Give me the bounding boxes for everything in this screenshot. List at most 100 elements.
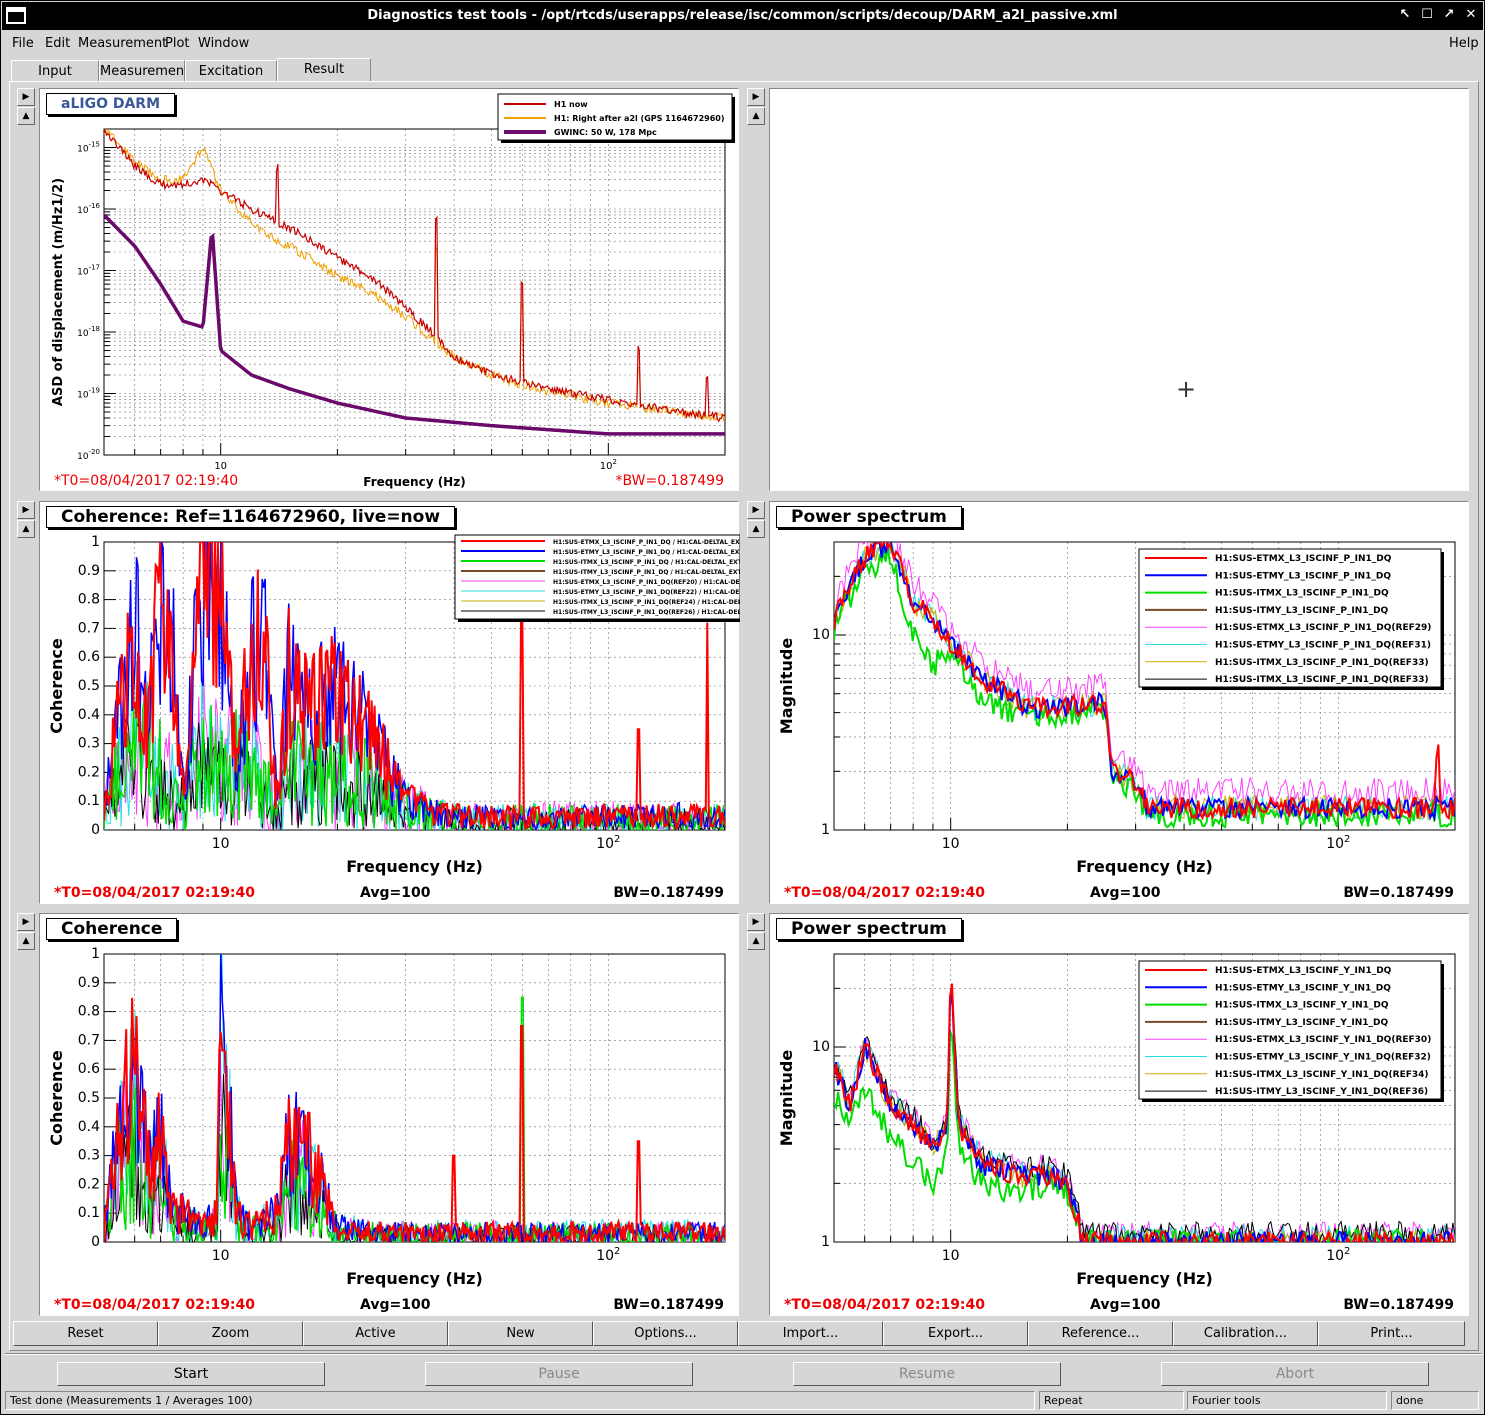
maximize-button[interactable]: ↗: [1441, 7, 1457, 23]
y-tick-label: 0.3: [78, 1148, 100, 1164]
tab-excitation[interactable]: Excitation: [185, 60, 277, 82]
pad5-down-icon[interactable]: ▲: [17, 932, 35, 950]
t0-label: *T0=08/04/2017 02:19:40: [784, 1297, 986, 1313]
tab-result[interactable]: Result: [277, 58, 371, 82]
title-bar[interactable]: Diagnostics test tools - /opt/rtcds/user…: [2, 2, 1483, 30]
x-axis-label: Frequency (Hz): [346, 857, 483, 876]
status-message: Test done (Measurements 1 / Averages 100…: [5, 1391, 1035, 1410]
pad3-up-icon[interactable]: ▶: [17, 501, 35, 519]
legend-label: H1:SUS-ITMX_L3_ISCINF_P_IN1_DQ(REF24) / …: [553, 599, 740, 606]
t0-label: *T0=08/04/2017 02:19:40: [54, 473, 239, 489]
power-spectrum-p-pad[interactable]: 10 102 1 10 Frequency (Hz) Magnitude H1:SUS-ET…: [769, 501, 1469, 904]
tab-input[interactable]: Input: [11, 60, 99, 82]
y-axis-label: Magnitude: [777, 638, 796, 735]
zoom-button[interactable]: Zoom: [158, 1321, 303, 1346]
start-button[interactable]: Start: [57, 1362, 325, 1386]
coherence-p-pad[interactable]: 10 102 0 0.1 0.2 0.3 0.4 0.5 0.6 0.7 0.8 0.9 1 Freque…: [39, 501, 740, 904]
reset-button[interactable]: Reset: [13, 1321, 158, 1346]
coherence-y-pad[interactable]: 10 102 0 0.1 0.2 0.3 0.4 0.5 0.6 0.7 0.8 0.9 1 Freque…: [39, 913, 739, 1316]
x-axis-label: Frequency (Hz): [1076, 857, 1213, 876]
legend-label: H1:SUS-ETMY_L3_ISCINF_P_IN1_DQ(REF31): [1215, 641, 1431, 651]
calibration-button[interactable]: Calibration...: [1173, 1321, 1318, 1346]
pad4-up-icon[interactable]: ▶: [747, 501, 765, 519]
coherence-p-plot: 10 102 0 0.1 0.2 0.3 0.4 0.5 0.6 0.7 0.8 0.9 1 Freque…: [47, 534, 740, 876]
menu-plot[interactable]: Plot: [165, 36, 190, 51]
options-button[interactable]: Options...: [593, 1321, 738, 1346]
y-axis-label: Coherence: [47, 638, 66, 734]
tab-measurement[interactable]: Measurement: [99, 60, 189, 82]
pad1-down-icon[interactable]: ▲: [17, 107, 35, 125]
y-tick-label: 1: [821, 822, 830, 838]
pad-title: Power spectrum: [776, 506, 962, 528]
t0-label: *T0=08/04/2017 02:19:40: [54, 885, 256, 901]
legend-label: H1:SUS-ITMY_L3_ISCINF_Y_IN1_DQ: [1215, 1018, 1388, 1028]
darm-asd-pad[interactable]: 10 102 10-15 10-16 10-17 10-18 10-19 10-20 Frequ…: [39, 88, 739, 491]
legend: H1 now H1: Right after a2l (GPS 116467296…: [497, 93, 735, 143]
pad3-down-icon[interactable]: ▲: [17, 520, 35, 538]
x-tick-label: 102: [1326, 1246, 1350, 1264]
menu-help[interactable]: Help: [1449, 36, 1479, 51]
pause-button[interactable]: Pause: [425, 1362, 693, 1386]
y-tick-label: 10-15: [77, 141, 100, 155]
y-axis-label: Coherence: [47, 1050, 66, 1146]
y-tick-label: 0.8: [78, 1004, 100, 1020]
legend-label: H1:SUS-ITMY_L3_ISCINF_Y_IN1_DQ(REF36): [1215, 1087, 1428, 1097]
menu-file[interactable]: File: [12, 36, 34, 51]
reference-button[interactable]: Reference...: [1028, 1321, 1173, 1346]
legend-label: H1:SUS-ITMY_L3_ISCINF_P_IN1_DQ: [1215, 606, 1389, 616]
avg-label: Avg=100: [360, 885, 431, 901]
crosshair-cursor-icon: +: [1176, 375, 1197, 403]
coherence-y-plot: 10 102 0 0.1 0.2 0.3 0.4 0.5 0.6 0.7 0.8 0.9 1 Freque…: [47, 946, 726, 1288]
pad-title: aLIGO DARM: [46, 93, 176, 115]
pad6-up-icon[interactable]: ▶: [747, 913, 765, 931]
legend-label: H1:SUS-ITMX_L3_ISCINF_Y_IN1_DQ(REF34): [1215, 1070, 1429, 1080]
close-button[interactable]: ✕: [1463, 7, 1479, 23]
import-button[interactable]: Import...: [738, 1321, 883, 1346]
x-axis-label: Frequency (Hz): [363, 475, 465, 489]
window-title: Diagnostics test tools - /opt/rtcds/user…: [367, 8, 1118, 23]
x-tick-label: 10: [942, 1248, 960, 1264]
export-button[interactable]: Export...: [883, 1321, 1028, 1346]
y-tick-label: 0.2: [78, 1176, 100, 1192]
pad1-up-icon[interactable]: ▶: [17, 88, 35, 106]
avg-label: Avg=100: [360, 1297, 431, 1313]
menu-window[interactable]: Window: [198, 36, 249, 51]
legend-label: H1:SUS-ETMX_L3_ISCINF_P_IN1_DQ: [1215, 554, 1392, 564]
series-line: [104, 129, 725, 423]
pad5-up-icon[interactable]: ▶: [17, 913, 35, 931]
y-axis-label: ASD of displacement (m/Hz1/2): [51, 178, 66, 406]
legend-label: H1:SUS-ITMX_L3_ISCINF_P_IN1_DQ(REF33): [1215, 658, 1429, 668]
legend-label: H1:SUS-ETMY_L3_ISCINF_P_IN1_DQ(REF22) / …: [553, 589, 740, 596]
y-tick-label: 0: [91, 1234, 100, 1250]
menu-edit[interactable]: Edit: [45, 36, 70, 51]
empty-pad[interactable]: +: [769, 88, 1469, 491]
pad2-down-icon[interactable]: ▲: [747, 107, 765, 125]
pad6-down-icon[interactable]: ▲: [747, 932, 765, 950]
y-axis-label: Magnitude: [777, 1050, 796, 1147]
pad4-down-icon[interactable]: ▲: [747, 520, 765, 538]
abort-button[interactable]: Abort: [1161, 1362, 1429, 1386]
status-repeat: Repeat: [1039, 1391, 1184, 1410]
bw-label: BW=0.187499: [1343, 885, 1454, 901]
legend-label: H1:SUS-ETMY_L3_ISCINF_Y_IN1_DQ(REF32): [1215, 1053, 1431, 1063]
bw-label: *BW=0.187499: [615, 473, 724, 489]
active-button[interactable]: Active: [303, 1321, 448, 1346]
darm-asd-plot: 10 102 10-15 10-16 10-17 10-18 10-19 10-20 Frequ…: [51, 93, 735, 489]
print-button[interactable]: Print...: [1318, 1321, 1465, 1346]
pad2-up-icon[interactable]: ▶: [747, 88, 765, 106]
menu-bar: File Edit Measurement Plot Window Help: [2, 32, 1483, 54]
y-tick-label: 0.7: [78, 620, 100, 636]
bw-label: BW=0.187499: [613, 885, 724, 901]
minimize-button[interactable]: ↖: [1397, 7, 1413, 23]
y-tick-label: 0.3: [78, 736, 100, 752]
legend-label: H1:SUS-ITMX_L3_ISCINF_P_IN1_DQ: [1215, 589, 1389, 599]
restore-button[interactable]: ☐: [1419, 7, 1435, 23]
resume-button[interactable]: Resume: [793, 1362, 1061, 1386]
x-axis-label: Frequency (Hz): [346, 1269, 483, 1288]
menu-measurement[interactable]: Measurement: [78, 36, 167, 51]
power-spectrum-p-plot: 10 102 1 10 Frequency (Hz) Magnitude H1:SUS-ET…: [777, 541, 1456, 876]
legend: H1:SUS-ETMX_L3_ISCINF_P_IN1_DQ / H1:CAL-…: [454, 534, 740, 622]
new-button[interactable]: New: [448, 1321, 593, 1346]
power-spectrum-y-pad[interactable]: 10 102 1 10 Frequency (Hz) Magnitude H1:SUS-ET…: [769, 913, 1469, 1316]
y-tick-label: 10: [812, 627, 830, 643]
